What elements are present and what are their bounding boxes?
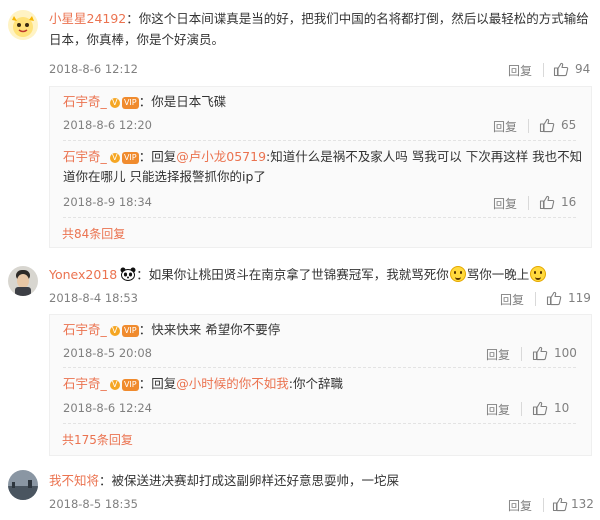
- reply-text: :你个辞職: [288, 376, 344, 391]
- avatar[interactable]: [8, 266, 38, 296]
- reply-button[interactable]: 回复: [486, 346, 510, 363]
- comment-text-continued: 骂你一晚上: [466, 267, 530, 282]
- like-count: 132: [571, 497, 594, 511]
- thumbs-up-icon[interactable]: [546, 290, 562, 306]
- reply-prefix: ：回复: [138, 149, 177, 164]
- verified-v-icon: V: [109, 325, 120, 336]
- reply-time: 2018-8-5 20:08: [63, 346, 152, 360]
- reply-username[interactable]: 石宇奇_: [63, 149, 107, 164]
- divider: [528, 196, 529, 210]
- reply-separator: [63, 140, 576, 141]
- like-count: 16: [561, 195, 577, 209]
- comment-item: Yonex2018 ：如果你让桃田贤斗在南京拿了世锦赛冠军，我就骂死你 骂你一晚上 …: [0, 258, 600, 456]
- thumbs-up-icon[interactable]: [532, 400, 548, 416]
- reply-text: ：你是日本飞碟: [138, 94, 227, 109]
- reply-separator: [63, 367, 576, 368]
- more-replies-link[interactable]: 共175条回复: [62, 431, 133, 448]
- smile-emoji-icon: [530, 266, 547, 282]
- reply-time: 2018-8-6 12:24: [63, 401, 152, 415]
- mention-link[interactable]: @小时候的你不如我: [176, 376, 289, 391]
- comment-text: ：你这个日本间谍真是当的好，把我们中国的名将都打倒，然后以最轻松的方式输给日本，…: [49, 11, 589, 47]
- divider: [528, 119, 529, 133]
- more-replies-link[interactable]: 共84条回复: [62, 225, 125, 242]
- comment-time: 2018-8-5 18:35: [49, 497, 138, 511]
- divider: [535, 292, 536, 306]
- comment-username[interactable]: Yonex2018: [49, 267, 117, 282]
- vip-badge-icon: VIP: [121, 324, 139, 337]
- reply-thread: 石宇奇_ V VIP ：你是日本飞碟 2018-8-6 12:20 回复 65 石宇奇…: [49, 86, 592, 248]
- reply-time: 2018-8-6 12:20: [63, 118, 152, 132]
- reply-button[interactable]: 回复: [500, 291, 524, 308]
- reply-item: 石宇奇_ V VIP ：回复@小时候的你不如我:你个辞職: [63, 374, 583, 394]
- reply-item: 石宇奇_ V VIP ：你是日本飞碟: [63, 92, 583, 112]
- reply-button[interactable]: 回复: [486, 401, 510, 418]
- like-count: 100: [554, 346, 577, 360]
- reply-button[interactable]: 回复: [493, 118, 517, 135]
- avatar[interactable]: [8, 10, 38, 40]
- divider: [521, 347, 522, 361]
- like-count: 10: [554, 401, 570, 415]
- like-count: 65: [561, 118, 577, 132]
- reply-button[interactable]: 回复: [508, 497, 532, 514]
- comment-time: 2018-8-6 12:12: [49, 62, 138, 76]
- comment-username[interactable]: 我不知将: [49, 473, 99, 488]
- like-count: 94: [575, 62, 591, 76]
- verified-v-icon: V: [109, 379, 120, 390]
- reply-item: 石宇奇_ V VIP ：回复@卢小龙05719:知道什么是祸不及家人吗 骂我可以 下次…: [63, 147, 583, 187]
- divider: [521, 402, 522, 416]
- comment-item: 我不知将：被保送进决赛却打成这副卵样还好意思耍帅，一坨屎 2018-8-5 18…: [0, 462, 600, 520]
- comment-item: 小星星24192：你这个日本间谍真是当的好，把我们中国的名将都打倒，然后以最轻松…: [0, 0, 600, 250]
- vip-badge-icon: VIP: [121, 378, 139, 391]
- reply-thread: 石宇奇_ V VIP ：快来快来 希望你不要停 2018-8-5 20:08 回复 1…: [49, 314, 592, 456]
- reply-username[interactable]: 石宇奇_: [63, 376, 107, 391]
- reply-prefix: ：回复: [138, 376, 177, 391]
- comment-text: ：如果你让桃田贤斗在南京拿了世锦赛冠军，我就骂死你: [136, 267, 449, 282]
- panda-icon: [120, 267, 136, 281]
- reply-separator: [63, 423, 576, 424]
- vip-badge-icon: VIP: [121, 96, 139, 109]
- vip-badge-icon: VIP: [121, 151, 139, 164]
- comment-body: 我不知将：被保送进决赛却打成这副卵样还好意思耍帅，一坨屎: [49, 470, 589, 491]
- reply-username[interactable]: 石宇奇_: [63, 94, 107, 109]
- reply-button[interactable]: 回复: [508, 62, 532, 79]
- mention-link[interactable]: @卢小龙05719: [176, 149, 266, 164]
- thumbs-up-icon[interactable]: [552, 496, 568, 512]
- thumbs-up-icon[interactable]: [539, 117, 555, 133]
- comment-body: 小星星24192：你这个日本间谍真是当的好，把我们中国的名将都打倒，然后以最轻松…: [49, 8, 589, 50]
- verified-v-icon: V: [109, 97, 120, 108]
- comment-body: Yonex2018 ：如果你让桃田贤斗在南京拿了世锦赛冠军，我就骂死你 骂你一晚上: [49, 264, 589, 285]
- reply-button[interactable]: 回复: [493, 195, 517, 212]
- reply-username[interactable]: 石宇奇_: [63, 322, 107, 337]
- thumbs-up-icon[interactable]: [539, 194, 555, 210]
- comment-username[interactable]: 小星星24192: [49, 11, 126, 26]
- thumbs-up-icon[interactable]: [532, 345, 548, 361]
- avatar[interactable]: [8, 470, 38, 500]
- reply-time: 2018-8-9 18:34: [63, 195, 152, 209]
- like-count: 119: [568, 291, 591, 305]
- comment-text: ：被保送进决赛却打成这副卵样还好意思耍帅，一坨屎: [99, 473, 400, 488]
- reply-separator: [63, 217, 576, 218]
- reply-item: 石宇奇_ V VIP ：快来快来 希望你不要停: [63, 320, 583, 340]
- thumbs-up-icon[interactable]: [553, 61, 569, 77]
- reply-text: ：快来快来 希望你不要停: [138, 322, 281, 337]
- divider: [543, 63, 544, 77]
- comment-time: 2018-8-4 18:53: [49, 291, 138, 305]
- smile-emoji-icon: [449, 266, 466, 282]
- divider: [543, 498, 544, 512]
- verified-v-icon: V: [109, 152, 120, 163]
